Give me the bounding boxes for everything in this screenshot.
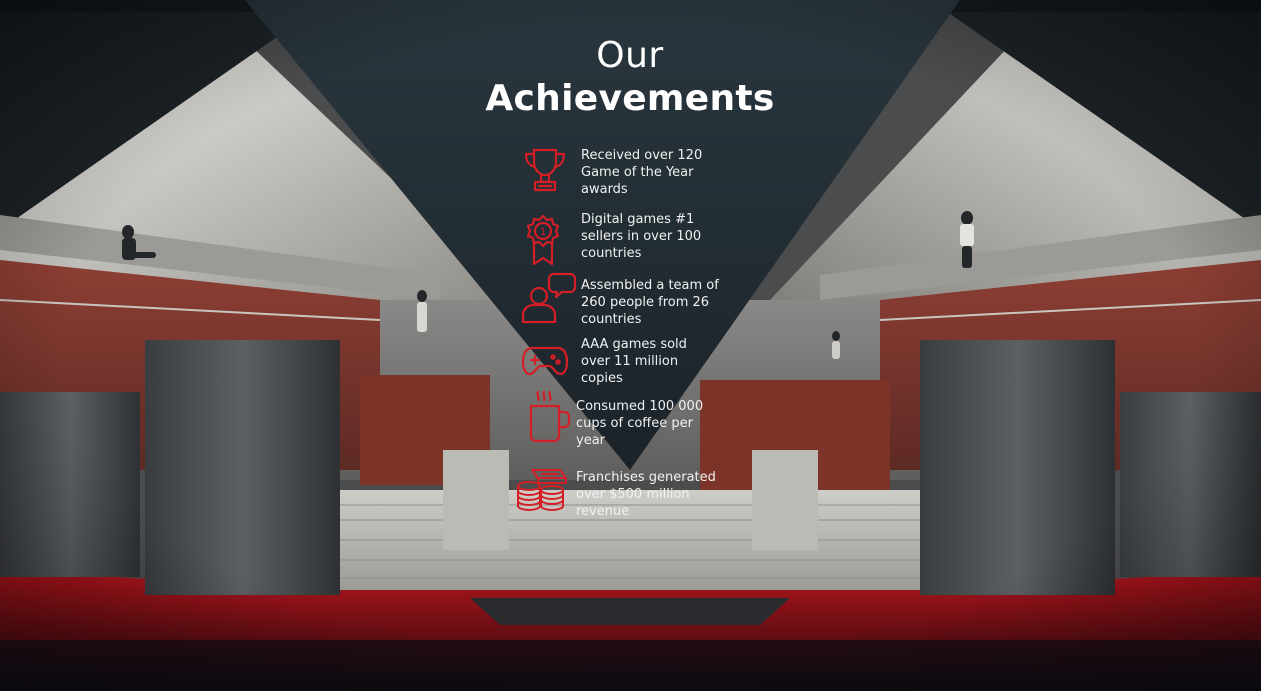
- coffee-cup-icon: [529, 390, 571, 443]
- achievement-text: Assembled a team of 260 people from 26 c…: [581, 278, 719, 327]
- achievement-item-coffee: Consumed 100 000 cups of coffee per year: [524, 388, 724, 452]
- achievement-text: AAA games sold over 11 million copies: [581, 337, 687, 386]
- gamepad-icon: [521, 346, 569, 376]
- achievement-item-sales: AAA games sold over 11 million copies: [520, 336, 720, 392]
- achievement-item-revenue: Franchises generated over $500 million r…: [514, 466, 734, 522]
- achievement-text: Digital games #1 sellers in over 100 cou…: [581, 212, 702, 261]
- achievements-section: Our Achievements Received over 120 Game …: [0, 0, 1261, 691]
- trophy-icon: [524, 148, 566, 192]
- svg-text:1: 1: [540, 227, 546, 238]
- achievement-text: Consumed 100 000 cups of coffee per year: [576, 399, 704, 448]
- section-heading: Our Achievements: [430, 36, 830, 122]
- achievement-item-team: Assembled a team of 260 people from 26 c…: [518, 270, 728, 330]
- heading-line-achievements: Achievements: [485, 78, 775, 119]
- achievement-item-bestseller: 1 Digital games #1 sellers in over 100 c…: [520, 212, 720, 268]
- achievement-text: Received over 120 Game of the Year award…: [581, 148, 703, 197]
- medal-icon: 1: [526, 214, 560, 266]
- team-chat-icon: [521, 272, 577, 324]
- achievement-text: Franchises generated over $500 million r…: [576, 470, 716, 519]
- achievement-item-awards: Received over 120 Game of the Year award…: [520, 146, 720, 202]
- heading-line-our: Our: [596, 35, 664, 76]
- money-stack-icon: [517, 469, 567, 511]
